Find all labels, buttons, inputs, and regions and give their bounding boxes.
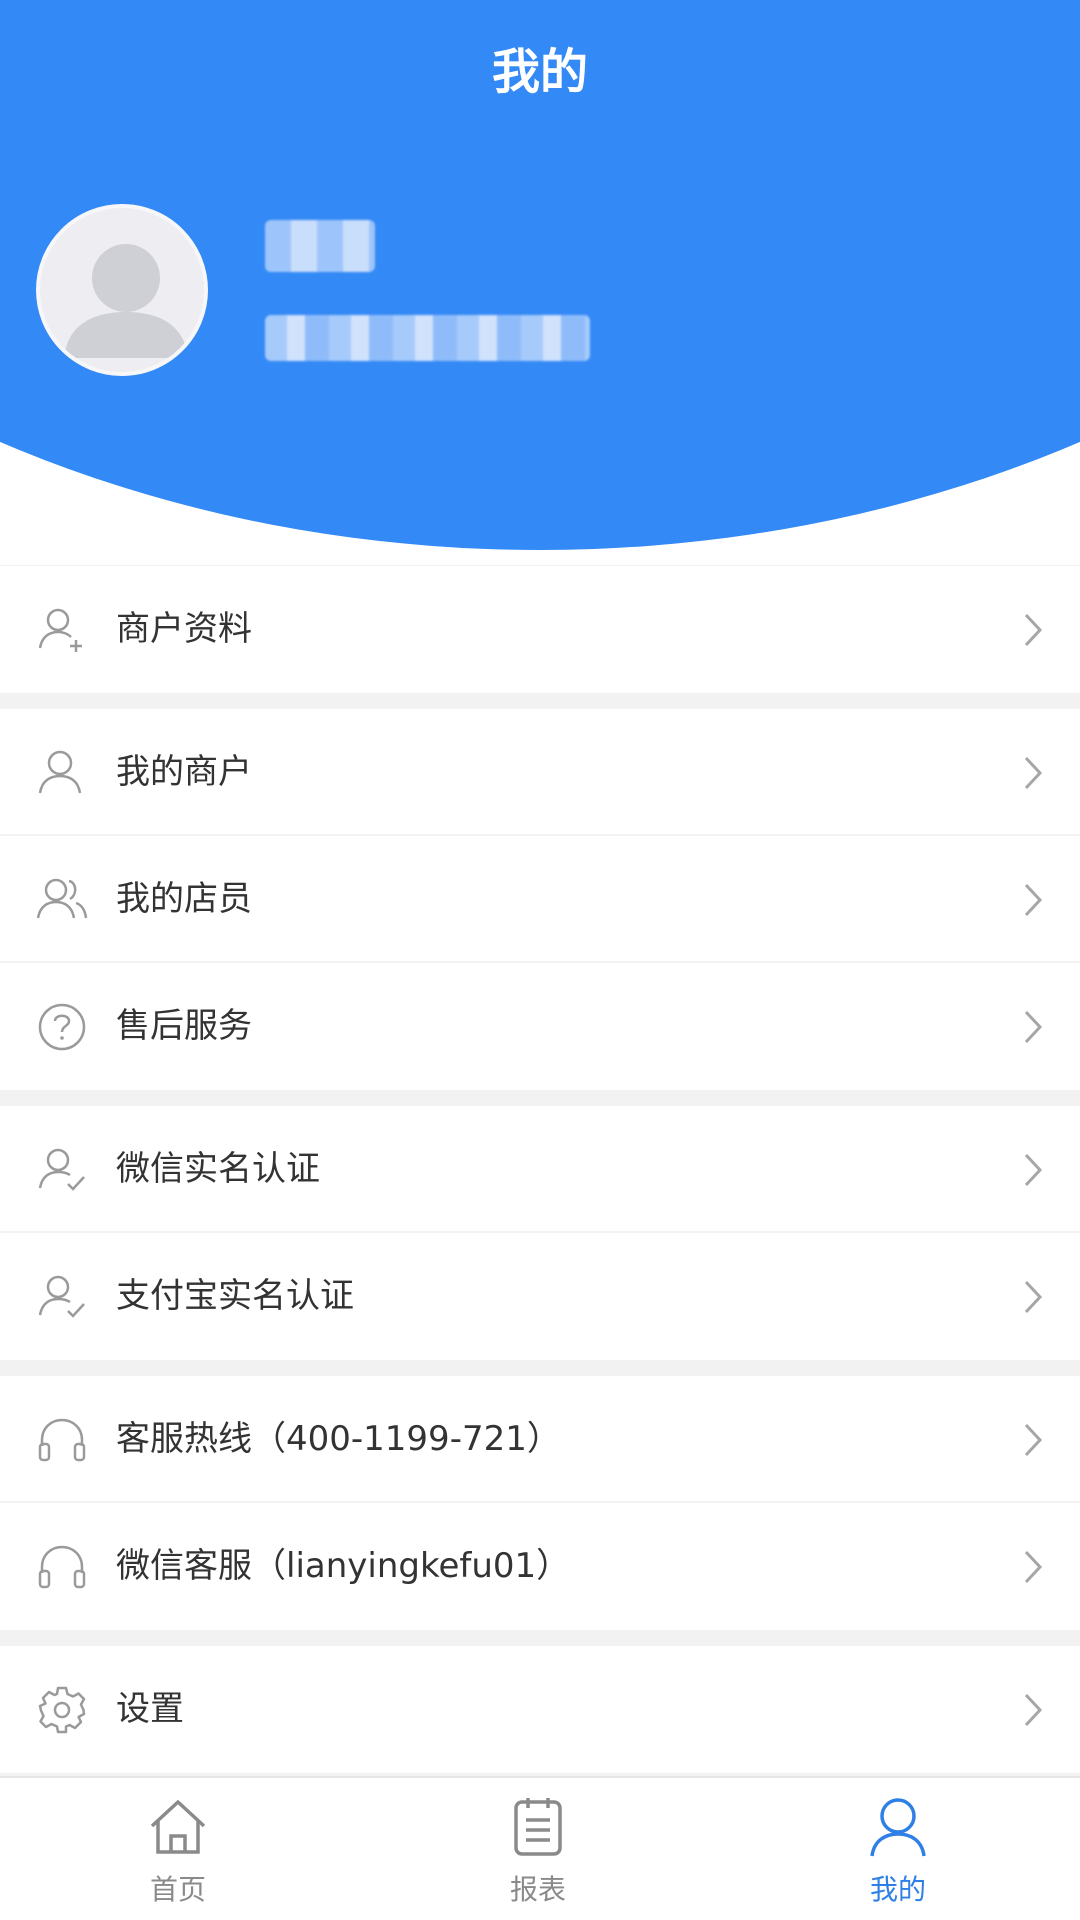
menu-item-label: 我的店员 — [116, 879, 252, 919]
menu-item-label: 微信实名认证 — [116, 1149, 320, 1189]
menu-group-merchant-info: 商户资料 — [0, 566, 1080, 693]
user-account-redacted — [265, 315, 590, 361]
chevron-right-icon — [1024, 1693, 1043, 1727]
profile-icon — [870, 1798, 926, 1857]
menu-item-label: 支付宝实名认证 — [116, 1276, 354, 1316]
tab-label: 我的 — [869, 1873, 926, 1906]
menu-group-verification: 微信实名认证 支付宝实名认证 — [0, 1106, 1080, 1360]
help-circle-icon — [38, 1003, 86, 1051]
tab-home[interactable]: 首页 — [78, 1778, 278, 1920]
headphones-icon — [38, 1545, 86, 1589]
home-icon — [150, 1800, 206, 1854]
menu-group-support: 客服热线（400-1199-721） 微信客服（lianyingkefu01） — [0, 1376, 1080, 1630]
chevron-right-icon — [1024, 1550, 1043, 1584]
chevron-right-icon — [1024, 756, 1043, 790]
headphones-icon — [38, 1418, 86, 1462]
user-name-redacted — [265, 220, 375, 272]
menu-item-alipay-verify[interactable]: 支付宝实名认证 — [0, 1233, 1080, 1360]
menu-item-wechat-verify[interactable]: 微信实名认证 — [0, 1106, 1080, 1233]
users-icon — [36, 878, 88, 919]
profile-header: 我的 — [0, 0, 1080, 565]
chevron-right-icon — [1024, 1153, 1043, 1187]
chevron-right-icon — [1024, 1423, 1043, 1457]
report-icon — [514, 1798, 562, 1856]
menu-group-management: 我的商户 我的店员 售后服务 — [0, 709, 1080, 1090]
menu-item-label: 设置 — [116, 1689, 184, 1729]
user-icon — [38, 750, 82, 794]
bottom-tab-bar: 首页 报表 我的 — [0, 1776, 1080, 1920]
user-check-icon — [38, 1148, 85, 1191]
menu-item-label: 客服热线（400-1199-721） — [116, 1419, 561, 1459]
chevron-right-icon — [1024, 883, 1043, 917]
default-avatar-icon — [64, 244, 188, 358]
tab-report[interactable]: 报表 — [438, 1778, 638, 1920]
avatar[interactable] — [36, 204, 208, 376]
user-add-icon — [38, 608, 82, 652]
user-check-icon — [38, 1275, 85, 1318]
menu-list: 商户资料 我的商户 我的店员 售后服务 微信实名认证 支付宝实名认证 客服热线（… — [0, 566, 1080, 1789]
tab-label: 报表 — [509, 1873, 566, 1906]
menu-item-my-staff[interactable]: 我的店员 — [0, 836, 1080, 963]
tab-label: 首页 — [149, 1873, 206, 1906]
menu-item-label: 商户资料 — [116, 609, 252, 649]
menu-item-merchant-info[interactable]: 商户资料 — [0, 566, 1080, 693]
page-title: 我的 — [491, 44, 588, 100]
chevron-right-icon — [1024, 613, 1043, 647]
tab-profile[interactable]: 我的 — [798, 1778, 998, 1920]
menu-item-label: 我的商户 — [116, 752, 252, 792]
gear-icon — [38, 1686, 86, 1734]
menu-item-settings[interactable]: 设置 — [0, 1646, 1080, 1773]
menu-item-label: 微信客服（lianyingkefu01） — [116, 1546, 571, 1586]
menu-item-hotline[interactable]: 客服热线（400-1199-721） — [0, 1376, 1080, 1503]
menu-item-label: 售后服务 — [116, 1006, 252, 1046]
menu-item-wechat-service[interactable]: 微信客服（lianyingkefu01） — [0, 1503, 1080, 1630]
menu-item-my-merchants[interactable]: 我的商户 — [0, 709, 1080, 836]
chevron-right-icon — [1024, 1280, 1043, 1314]
profile-screen: 我的 商户资料 我的商户 我的店员 售后服务 微信实名认证 支付宝实名认证 客服… — [0, 0, 1080, 1920]
menu-group-settings: 设置 — [0, 1646, 1080, 1773]
chevron-right-icon — [1024, 1010, 1043, 1044]
menu-item-after-sales[interactable]: 售后服务 — [0, 963, 1080, 1090]
